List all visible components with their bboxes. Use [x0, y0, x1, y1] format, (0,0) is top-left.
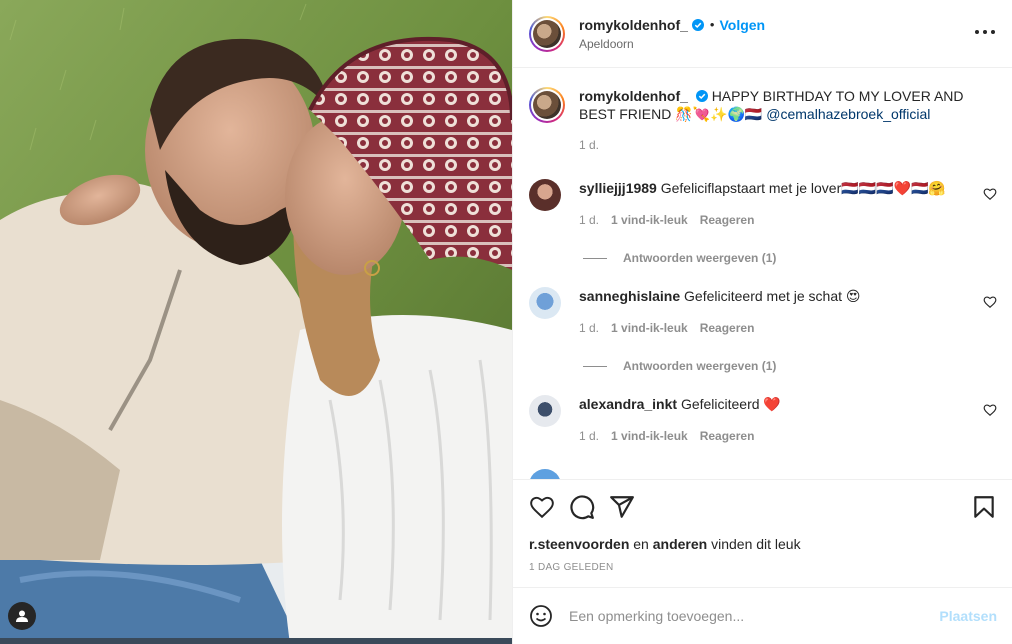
comment-like-heart-icon[interactable]	[983, 187, 997, 201]
more-options-icon[interactable]	[975, 24, 995, 40]
liked-by-suffix: vinden dit leuk	[711, 536, 801, 552]
caption-time[interactable]: 1 d.	[579, 136, 599, 154]
post-timestamp[interactable]: 1 DAG GELEDEN	[529, 562, 613, 573]
comment-username[interactable]: alexandra_inkt	[579, 396, 677, 412]
comment-like-heart-icon[interactable]	[983, 403, 997, 417]
comment-avatar[interactable]	[529, 287, 561, 319]
post-actions: r.steenvoorden en anderen vinden dit leu…	[513, 479, 1012, 587]
add-comment-bar: Plaatsen	[513, 587, 1012, 644]
author-username[interactable]: romykoldenhof_	[579, 17, 688, 33]
caption-mention-link[interactable]: @cemalhazebroek_official	[766, 106, 930, 122]
verified-badge-icon	[691, 18, 704, 31]
comment-input[interactable]	[569, 608, 940, 624]
caption-username[interactable]: romykoldenhof_	[579, 88, 688, 104]
comment-text: Gefeliciteerd ❤️	[680, 396, 781, 412]
view-replies-button[interactable]: Antwoorden weergeven (1)	[583, 359, 776, 373]
liked-by-joiner: en	[633, 536, 649, 552]
save-bookmark-icon[interactable]	[971, 494, 997, 520]
comment-avatar[interactable]	[529, 179, 561, 211]
post-side-panel: romykoldenhof_ • Volgen Apeldoorn romyko…	[512, 0, 1012, 644]
view-replies-button[interactable]: Antwoorden weergeven (1)	[583, 251, 776, 265]
post-location[interactable]: Apeldoorn	[579, 37, 765, 51]
comment-like-heart-icon[interactable]	[983, 295, 997, 309]
share-send-icon[interactable]	[609, 494, 635, 520]
comment-item: sanneghislaine Gefeliciteerd met je scha…	[529, 287, 997, 337]
liked-by-username[interactable]: r.steenvoorden	[529, 536, 629, 552]
post-comment-button[interactable]: Plaatsen	[939, 608, 997, 624]
comment-avatar[interactable]	[529, 395, 561, 427]
comment-like-count[interactable]: 1 vind-ik-leuk	[611, 319, 688, 337]
comment-like-count[interactable]: 1 vind-ik-leuk	[611, 427, 688, 445]
caption-author-avatar[interactable]	[529, 87, 565, 123]
reply-button[interactable]: Reageren	[700, 211, 755, 229]
comment-text: Gefeliciteerd met je schat 😍	[684, 288, 861, 304]
verified-badge-icon	[695, 90, 708, 102]
comment-username[interactable]: sylliejjj1989	[579, 180, 657, 196]
liked-by-others-link[interactable]: anderen	[653, 536, 707, 552]
photo-illustration	[0, 0, 512, 644]
comment-item: sylliejjj1989 Gefeliciflapstaart met je …	[529, 179, 997, 229]
comment-like-count[interactable]: 1 vind-ik-leuk	[611, 211, 688, 229]
emoji-picker-icon[interactable]	[529, 604, 553, 628]
post-caption: romykoldenhof_ HAPPY BIRTHDAY TO MY LOVE…	[529, 87, 997, 154]
comment-time[interactable]: 1 d.	[579, 427, 599, 445]
comment-text: Gefeliciflapstaart met je lover🇳🇱🇳🇱🇳🇱❤️🇳…	[660, 180, 946, 196]
comment-avatar-partial[interactable]	[529, 469, 561, 479]
comment-time[interactable]: 1 d.	[579, 211, 599, 229]
likes-summary: r.steenvoorden en anderen vinden dit leu…	[529, 536, 801, 552]
comment-time[interactable]: 1 d.	[579, 319, 599, 337]
reply-button[interactable]: Reageren	[700, 427, 755, 445]
comment-item: alexandra_inkt Gefeliciteerd ❤️ 1 d. 1 v…	[529, 395, 997, 445]
follow-button[interactable]: Volgen	[719, 17, 765, 33]
comments-list[interactable]: romykoldenhof_ HAPPY BIRTHDAY TO MY LOVE…	[513, 69, 1012, 479]
tagged-user-icon[interactable]	[8, 602, 36, 630]
author-avatar[interactable]	[529, 15, 565, 52]
separator-dot: •	[709, 17, 715, 32]
comment-username[interactable]: sanneghislaine	[579, 288, 680, 304]
view-replies-label: Antwoorden weergeven (1)	[623, 359, 777, 373]
reply-button[interactable]: Reageren	[700, 319, 755, 337]
like-heart-icon[interactable]	[529, 494, 555, 520]
comment-bubble-icon[interactable]	[569, 494, 595, 520]
view-replies-label: Antwoorden weergeven (1)	[623, 251, 777, 265]
post-header: romykoldenhof_ • Volgen Apeldoorn	[513, 0, 1012, 68]
post-photo[interactable]	[0, 0, 512, 644]
